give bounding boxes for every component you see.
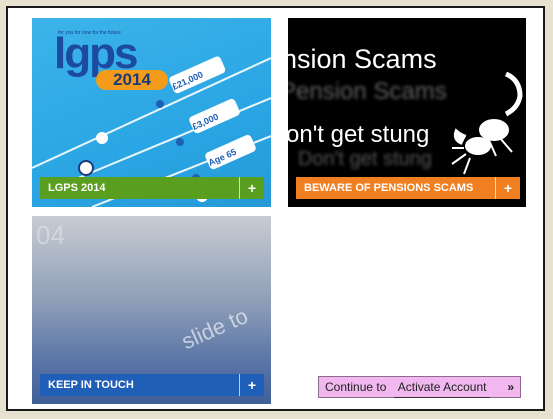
pension-scams-bar[interactable]: BEWARE OF PENSIONS SCAMS + [296, 177, 520, 199]
continue-activate-account-button[interactable]: Continue to Activate Account » [318, 376, 521, 398]
lgps-2014-label: LGPS 2014 [48, 182, 106, 194]
lgps-logo: for you for now for the future lgps 2014 [42, 24, 168, 94]
plus-icon[interactable]: + [495, 177, 520, 199]
double-chevron-right-icon: » [507, 380, 514, 394]
keep-in-touch-tile[interactable]: 04 slide to KEEP IN TOUCH + [32, 216, 271, 404]
keep-in-touch-label: KEEP IN TOUCH [48, 379, 134, 391]
lgps-2014-tile[interactable]: £21,000 £3,000 Age 65 for you for now fo… [32, 18, 271, 207]
keep-in-touch-bar[interactable]: KEEP IN TOUCH + [40, 374, 264, 396]
phone-clock-text: 04 [36, 220, 65, 250]
scam-headline-reflection: Pension Scams [288, 78, 447, 105]
activate-account-link[interactable]: Activate Account [393, 377, 491, 398]
scam-subline: on't get stung [288, 121, 430, 148]
pension-scams-label: BEWARE OF PENSIONS SCAMS [304, 182, 474, 194]
pension-scams-tile[interactable]: nsion Scams Pension Scams on't get stung… [288, 18, 526, 207]
plus-icon[interactable]: + [239, 374, 264, 396]
lgps-2014-bar[interactable]: LGPS 2014 + [40, 177, 264, 199]
lgps-logo-year: 2014 [96, 70, 168, 90]
slide-to-unlock-text: slide to [177, 302, 252, 355]
page-frame: £21,000 £3,000 Age 65 for you for now fo… [6, 6, 545, 411]
plus-icon[interactable]: + [239, 177, 264, 199]
scam-subline-reflection: Don't get stung [298, 148, 432, 170]
scam-headline: nsion Scams [288, 44, 437, 74]
continue-prefix: Continue to [325, 380, 387, 394]
